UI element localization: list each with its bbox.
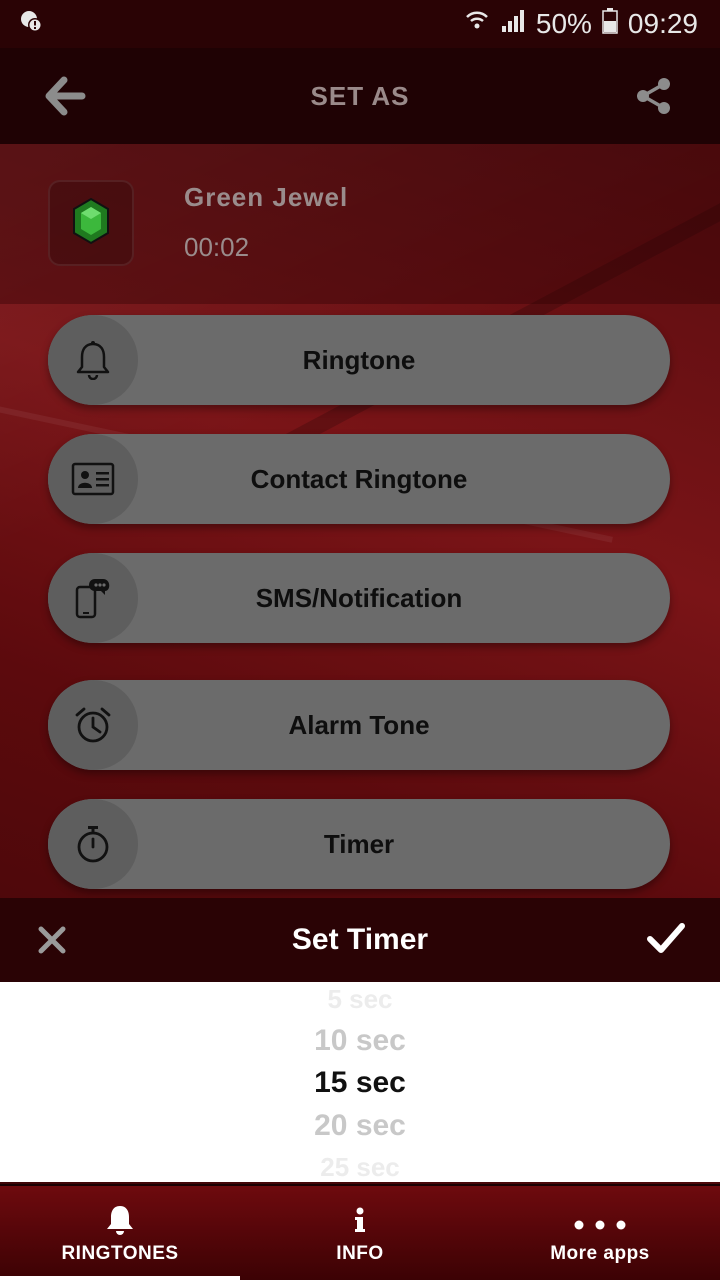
set-contact-ringtone-button[interactable]: Contact Ringtone (48, 434, 670, 524)
option-label: Ringtone (302, 344, 416, 375)
picker-option-selected[interactable]: 15 sec (0, 1066, 720, 1100)
battery-icon (602, 7, 618, 41)
stopwatch-icon (48, 799, 138, 889)
battery-percent: 50% (535, 8, 592, 39)
status-bar: 50% 09:29 (0, 0, 720, 48)
song-header: Green Jewel 00:02 (0, 144, 720, 304)
timer-dialog-header: Set Timer (0, 898, 720, 982)
song-duration: 00:02 (184, 232, 250, 262)
option-label: Timer (323, 828, 395, 859)
info-icon (353, 1201, 367, 1235)
nav-more-apps[interactable]: More apps (480, 1186, 720, 1280)
picker-option[interactable]: 25 sec (0, 1152, 720, 1182)
checkmark-icon[interactable] (646, 920, 686, 956)
set-alarm-tone-button[interactable]: Alarm Tone (48, 680, 670, 770)
share-icon[interactable] (634, 76, 674, 116)
bell-icon (105, 1201, 135, 1235)
nav-label: More apps (550, 1243, 650, 1264)
song-thumbnail (48, 180, 134, 266)
option-label: Contact Ringtone (250, 463, 468, 494)
set-ringtone-button[interactable]: Ringtone (48, 315, 670, 405)
timer-picker[interactable]: 5 sec 10 sec 15 sec 20 sec 25 sec (0, 982, 720, 1182)
notification-icon (18, 8, 44, 41)
bottom-navigation: RINGTONES INFO More apps (0, 1184, 720, 1280)
more-dots-icon (573, 1201, 627, 1235)
alarm-clock-icon (48, 680, 138, 770)
picker-option[interactable]: 10 sec (0, 1024, 720, 1058)
option-label: SMS/Notification (255, 582, 463, 613)
back-arrow-icon[interactable] (44, 76, 88, 116)
green-jewel-icon (71, 197, 111, 250)
nav-info[interactable]: INFO (240, 1186, 480, 1280)
nav-ringtones[interactable]: RINGTONES (0, 1186, 240, 1280)
song-title: Green Jewel (184, 182, 349, 212)
set-timer-button[interactable]: Timer (48, 799, 670, 889)
contact-card-icon (48, 434, 138, 524)
phone-message-icon (48, 553, 138, 643)
nav-label: INFO (336, 1243, 384, 1264)
app-bar: SET AS (0, 48, 720, 144)
picker-option[interactable]: 5 sec (0, 984, 720, 1015)
signal-icon (500, 8, 526, 41)
bell-icon (48, 315, 138, 405)
set-sms-notification-button[interactable]: SMS/Notification (48, 553, 670, 643)
close-icon[interactable] (36, 924, 68, 956)
picker-option[interactable]: 20 sec (0, 1109, 720, 1143)
page-title: SET AS (310, 80, 410, 111)
nav-label: RINGTONES (61, 1243, 179, 1264)
dialog-title: Set Timer (291, 923, 429, 956)
option-label: Alarm Tone (288, 709, 430, 740)
wifi-icon (464, 8, 490, 41)
clock: 09:29 (627, 8, 698, 39)
